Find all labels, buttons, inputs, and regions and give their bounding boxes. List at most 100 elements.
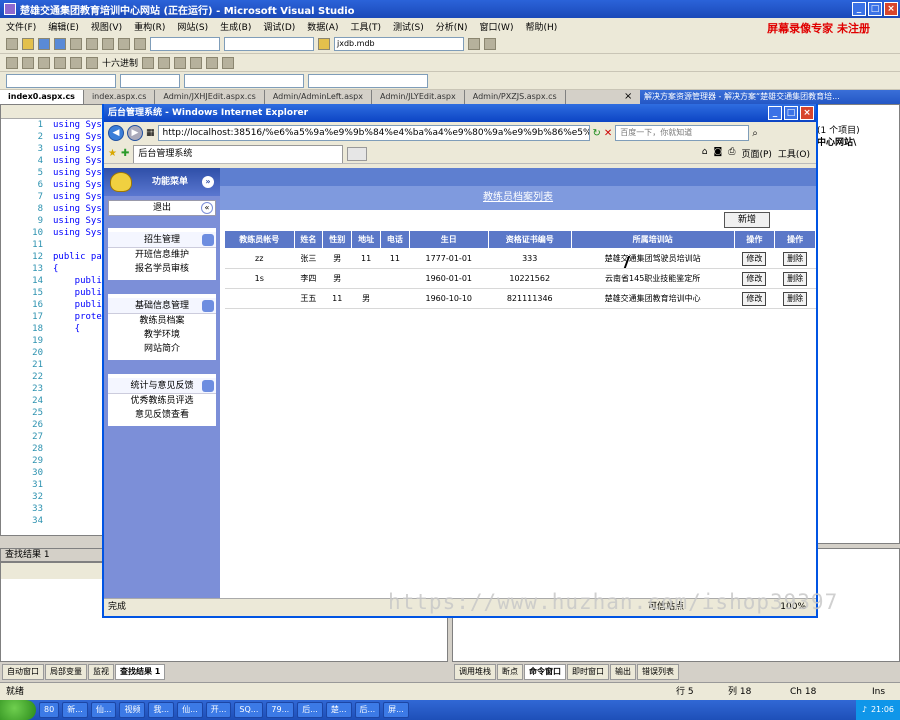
tab-locals[interactable]: 局部变量 — [45, 664, 87, 680]
pause-icon[interactable] — [22, 56, 34, 69]
taskbar-button[interactable]: 开... — [205, 702, 232, 718]
cut-icon[interactable] — [70, 37, 82, 50]
sidebar-group-title[interactable]: 统计与意见反馈 — [108, 378, 216, 394]
search-icon[interactable]: ⌕ — [752, 128, 758, 139]
chevron-down-icon[interactable]: » — [202, 176, 214, 188]
bookmark-icon[interactable] — [222, 56, 235, 69]
taskbar-button[interactable]: 后... — [297, 702, 323, 718]
page-title[interactable]: 教练员档案列表 — [220, 186, 816, 210]
code-text[interactable]: using Sys using Sys using Sys using Sys usin… — [53, 119, 102, 335]
taskbar-button[interactable]: 80 — [39, 702, 60, 718]
font-combo[interactable] — [120, 73, 180, 88]
size-combo[interactable] — [184, 73, 304, 88]
tab-autos[interactable]: 自动窗口 — [2, 664, 44, 680]
taskbar-button[interactable]: 我... — [148, 702, 175, 718]
menu-website[interactable]: 网站(S) — [177, 20, 208, 33]
doc-tab-index[interactable]: index.aspx.cs — [84, 90, 156, 104]
minimize-button[interactable]: _ — [852, 2, 866, 16]
hex-toggle[interactable]: 十六进制 — [102, 56, 138, 69]
menu-build[interactable]: 生成(B) — [220, 20, 251, 33]
menu-window[interactable]: 窗口(W) — [480, 20, 514, 33]
feeds-icon[interactable]: ◙ — [714, 147, 723, 160]
indent-icon[interactable] — [158, 56, 171, 69]
new-project-icon[interactable] — [6, 37, 18, 50]
outdent-icon[interactable] — [174, 56, 187, 69]
doc-tab-pxzjs[interactable]: Admin/PXZJS.aspx.cs — [465, 90, 566, 104]
sidebar-item-student-review[interactable]: 报名学员审核 — [108, 262, 216, 276]
delete-button[interactable]: 删除 — [783, 291, 808, 306]
save-all-icon[interactable] — [54, 37, 66, 50]
menu-refactor[interactable]: 重构(R) — [134, 20, 165, 33]
tab-call-stack[interactable]: 调用堆栈 — [454, 664, 496, 680]
menu-view[interactable]: 视图(V) — [91, 20, 122, 33]
doc-tab-adminleft[interactable]: Admin/AdminLeft.aspx — [265, 90, 372, 104]
sidebar-item-site-intro[interactable]: 网站简介 — [108, 342, 216, 356]
undo-icon[interactable] — [118, 37, 130, 50]
add-favorite-icon[interactable]: ✚ — [121, 148, 129, 159]
sidebar-group-title[interactable]: 基础信息管理 — [108, 298, 216, 314]
taskbar-button[interactable]: SQ... — [234, 702, 264, 718]
menu-debug[interactable]: 调试(D) — [263, 20, 295, 33]
start-button[interactable] — [0, 700, 36, 720]
copy-icon[interactable] — [86, 37, 98, 50]
sidebar-item-coach-files[interactable]: 教练员档案 — [108, 314, 216, 328]
website-node[interactable]: 中心网站\ — [817, 137, 899, 149]
sidebar-item-feedback[interactable]: 意见反馈查看 — [108, 408, 216, 422]
toolbox-icon[interactable] — [484, 37, 496, 50]
tab-breakpoints[interactable]: 断点 — [497, 664, 523, 680]
tab-command-window[interactable]: 命令窗口 — [524, 664, 566, 680]
tools-menu[interactable]: 工具(O) — [778, 147, 810, 160]
ie-tab-admin[interactable]: 后台管理系统 — [133, 144, 344, 163]
menu-help[interactable]: 帮助(H) — [525, 20, 557, 33]
doc-tab-index0[interactable]: index0.aspx.cs — [0, 90, 84, 104]
ie-close-button[interactable]: × — [800, 106, 814, 120]
logout-link[interactable]: 退出 « — [108, 200, 216, 216]
favorites-star-icon[interactable]: ★ — [108, 148, 117, 159]
menu-data[interactable]: 数据(A) — [307, 20, 338, 33]
continue-icon[interactable] — [6, 56, 18, 69]
redo-icon[interactable] — [134, 37, 146, 50]
volume-icon[interactable]: ♪ — [862, 700, 867, 720]
taskbar-button[interactable]: 楚... — [325, 702, 352, 718]
taskbar-button[interactable]: 后... — [354, 702, 381, 718]
paste-icon[interactable] — [102, 37, 114, 50]
doc-tab-jlyedit[interactable]: Admin/JLYEdit.aspx — [372, 90, 465, 104]
taskbar-button[interactable]: 屏... — [383, 702, 409, 718]
target-combo[interactable] — [308, 73, 428, 88]
close-tab-icon[interactable]: × — [624, 91, 632, 102]
add-button[interactable]: 新增 — [724, 212, 770, 228]
clock[interactable]: 21:06 — [871, 700, 894, 720]
stop-icon[interactable]: ✕ — [604, 128, 612, 139]
platform-combo[interactable] — [224, 36, 314, 51]
tab-find-results[interactable]: 查找结果 1 — [115, 664, 166, 680]
menu-test[interactable]: 测试(S) — [393, 20, 424, 33]
back-icon[interactable]: ◀ — [108, 125, 124, 141]
tab-watch[interactable]: 监视 — [88, 664, 114, 680]
sidebar-item-class-info[interactable]: 开班信息维护 — [108, 248, 216, 262]
menu-analyze[interactable]: 分析(N) — [436, 20, 468, 33]
search-input[interactable]: 百度一下，你就知道 — [615, 125, 750, 141]
uncomment-icon[interactable] — [206, 56, 219, 69]
delete-button[interactable]: 删除 — [783, 251, 808, 266]
properties-icon[interactable] — [468, 37, 480, 50]
comment-icon[interactable] — [190, 56, 203, 69]
ie-minimize-button[interactable]: _ — [768, 106, 782, 120]
menu-edit[interactable]: 编辑(E) — [48, 20, 79, 33]
page-menu[interactable]: 页面(P) — [741, 147, 771, 160]
edit-button[interactable]: 修改 — [742, 271, 767, 286]
taskbar-button[interactable]: 视频 — [119, 702, 146, 718]
delete-button[interactable]: 删除 — [783, 271, 808, 286]
taskbar-button[interactable]: 新... — [62, 702, 88, 718]
collapse-icon[interactable]: « — [201, 202, 213, 214]
close-button[interactable]: × — [884, 2, 898, 16]
doc-tab-jxhjedit[interactable]: Admin/JXHJEdit.aspx.cs — [155, 90, 265, 104]
refresh-icon[interactable]: ↻ — [593, 128, 601, 139]
edit-button[interactable]: 修改 — [742, 251, 767, 266]
stop-icon[interactable] — [38, 56, 50, 69]
tab-error-list[interactable]: 错误列表 — [637, 664, 679, 680]
database-combo[interactable]: jxdb.mdb — [334, 36, 464, 51]
sidebar-group-title[interactable]: 招生管理 — [108, 232, 216, 248]
home-icon[interactable]: ⌂ — [702, 147, 708, 160]
step-into-icon[interactable] — [54, 56, 66, 69]
menu-tools[interactable]: 工具(T) — [350, 20, 381, 33]
